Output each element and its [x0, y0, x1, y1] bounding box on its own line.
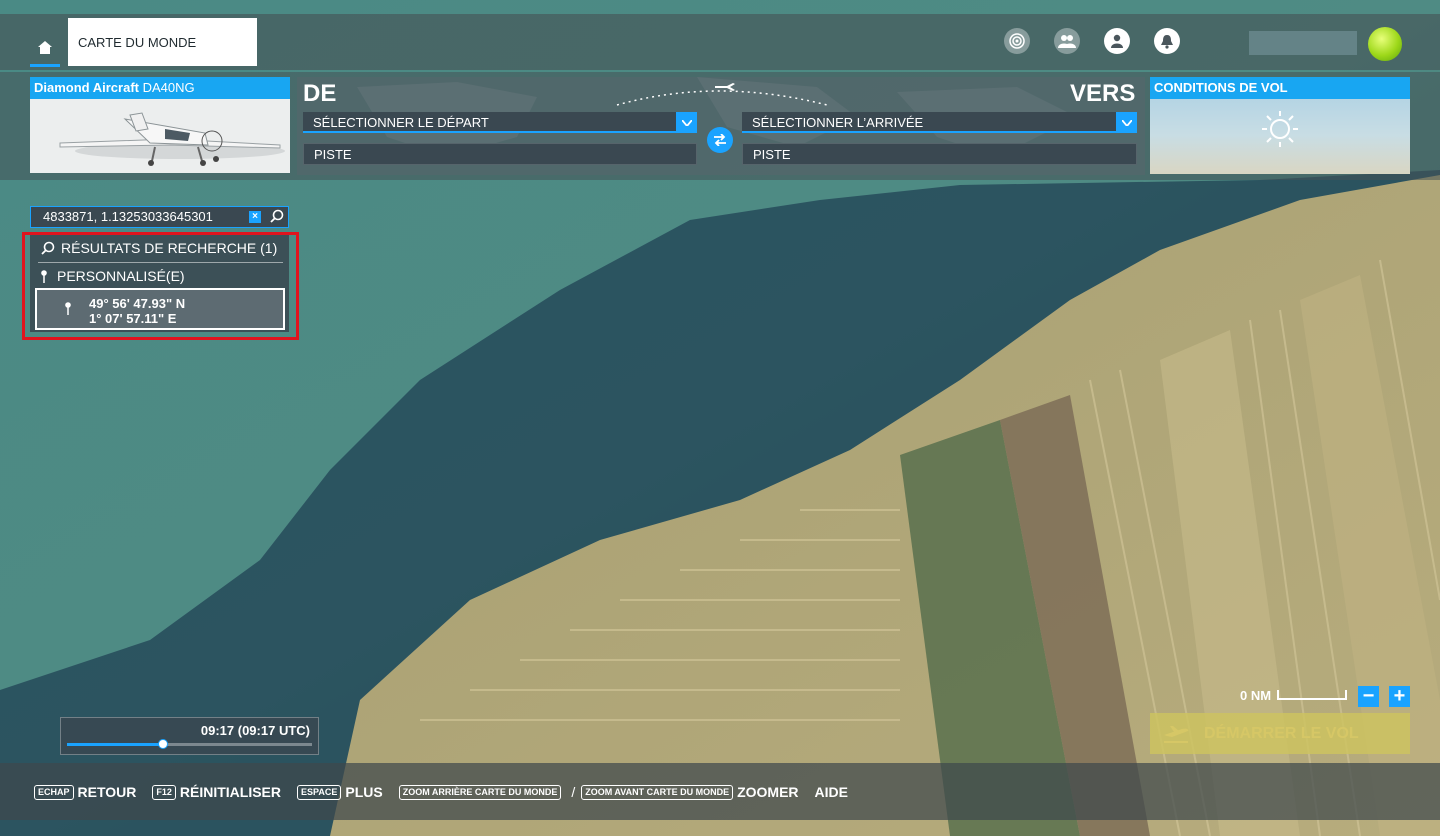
radar-icon [1009, 33, 1025, 49]
key-separator: / [571, 784, 576, 800]
map-scale-label: 0 NM [1240, 688, 1272, 703]
shortcut-label: ZOOMER [737, 784, 799, 800]
activity-button[interactable] [1004, 28, 1030, 54]
key-hint: ZOOM AVANT CARTE DU MONDE [581, 784, 734, 800]
aircraft-selector[interactable]: Diamond Aircraft DA40NG [30, 77, 290, 173]
departure-select-label: SÉLECTIONNER LE DÉPART [313, 115, 489, 130]
chevron-down-icon [1116, 112, 1137, 133]
shortcut-zoom[interactable]: ZOOM ARRIÈRE CARTE DU MONDE / ZOOM AVANT C… [398, 784, 799, 800]
time-slider-fill [67, 743, 163, 746]
highlight-box [22, 232, 299, 340]
key-hint: ZOOM ARRIÈRE CARTE DU MONDE [398, 784, 562, 800]
home-icon [38, 41, 52, 54]
notifications-button[interactable] [1154, 28, 1180, 54]
user-icon [1111, 34, 1123, 48]
shortcut-label: RÉINITIALISER [179, 784, 282, 800]
flight-conditions-card[interactable]: CONDITIONS DE VOL [1150, 77, 1410, 174]
swap-route-button[interactable] [707, 127, 733, 153]
bell-icon [1161, 34, 1173, 49]
profile-name[interactable] [1249, 31, 1357, 55]
home-button[interactable] [30, 33, 60, 67]
from-label: DE [303, 80, 337, 107]
aircraft-model: DA40NG [142, 80, 195, 95]
shortcut-label: PLUS [345, 784, 383, 800]
key-hint: ECHAP [34, 784, 74, 800]
shortcut-label: AIDE [814, 784, 848, 800]
key-hint: ESPACE [297, 784, 342, 800]
avatar[interactable] [1368, 27, 1402, 61]
key-hint: F12 [152, 784, 176, 800]
arrival-select[interactable]: SÉLECTIONNER L’ARRIVÉE [742, 112, 1137, 133]
time-slider-thumb[interactable] [157, 739, 168, 749]
search-input-value: 4833871, 1.13253033645301 [43, 209, 213, 224]
departure-runway-field[interactable]: PISTE [303, 143, 697, 165]
time-label: 09:17 (09:17 UTC) [200, 723, 310, 738]
sun-icon [1262, 111, 1298, 147]
search-icon[interactable] [270, 209, 284, 223]
shortcut-reset[interactable]: F12 RÉINITIALISER [152, 784, 281, 800]
group-icon [1058, 35, 1076, 48]
aircraft-make: Diamond Aircraft [34, 80, 139, 95]
profile-button[interactable] [1104, 28, 1130, 54]
shortcut-label: RETOUR [77, 784, 137, 800]
aircraft-image [30, 99, 290, 173]
zoom-out-button[interactable]: − [1358, 686, 1379, 707]
conditions-title: CONDITIONS DE VOL [1150, 77, 1410, 99]
departure-select[interactable]: SÉLECTIONNER LE DÉPART [303, 112, 697, 133]
takeoff-icon [1164, 725, 1189, 743]
aircraft-title: Diamond Aircraft DA40NG [30, 77, 290, 99]
tab-world-map-label: CARTE DU MONDE [78, 34, 197, 50]
shortcut-more[interactable]: ESPACE PLUS [297, 784, 383, 800]
arrival-runway-field[interactable]: PISTE [742, 143, 1137, 165]
chevron-down-icon [676, 112, 697, 133]
start-flight-button[interactable]: DÉMARRER LE VOL [1150, 713, 1410, 754]
time-slider[interactable] [67, 739, 312, 749]
time-of-day-panel: 09:17 (09:17 UTC) [60, 717, 319, 755]
shortcut-back[interactable]: ECHAP RETOUR [34, 784, 136, 800]
tab-world-map[interactable]: CARTE DU MONDE [68, 18, 257, 66]
to-label: VERS [1070, 80, 1136, 107]
shortcut-bar: ECHAP RETOUR F12 RÉINITIALISER ESPACE PLUS … [34, 784, 864, 800]
arrival-runway-label: PISTE [753, 147, 791, 162]
shortcut-help[interactable]: AIDE [815, 784, 848, 800]
swap-icon [714, 134, 726, 146]
clear-search-button[interactable]: × [249, 211, 261, 223]
departure-runway-label: PISTE [314, 147, 352, 162]
arrival-select-label: SÉLECTIONNER L’ARRIVÉE [752, 115, 924, 130]
start-flight-label: DÉMARRER LE VOL [1204, 724, 1359, 742]
map-scale-bar [1277, 690, 1347, 700]
friends-button[interactable] [1054, 28, 1080, 54]
zoom-in-button[interactable]: + [1389, 686, 1410, 707]
